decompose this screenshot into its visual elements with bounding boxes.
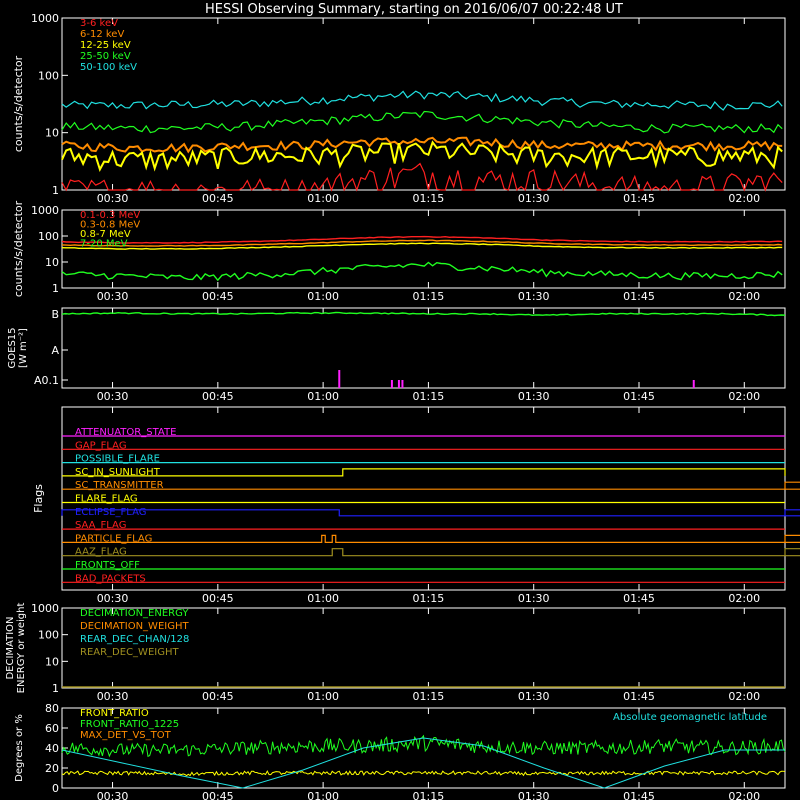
goes-ylabel-units: [W m⁻²] (18, 328, 29, 368)
decim-xtick-label: 01:45 (623, 690, 655, 703)
lowE-xtick-label: 01:00 (307, 192, 339, 205)
decim-legend-entry: DECIMATION_ENERGY (80, 608, 189, 619)
decim-xtick-label: 01:15 (413, 690, 445, 703)
decim-ylabel: DECIMATION (5, 616, 16, 679)
decim-legend-entry: REAR_DEC_CHAN/128 (80, 634, 189, 645)
lowE-xtick-label: 01:15 (413, 192, 445, 205)
goes-ytick-label: A (51, 344, 59, 357)
goes-xtick-label: 01:15 (413, 390, 445, 403)
ratio-legend-entry: FRONT_RATIO_1225 (80, 719, 179, 730)
figure-title: HESSI Observing Summary, starting on 201… (205, 2, 623, 17)
lowE-xtick-label: 00:45 (202, 192, 234, 205)
ratio-xtick-label: 01:15 (413, 790, 445, 800)
highE-ytick-label: 1000 (31, 204, 59, 217)
ratio-ytick-label: 60 (45, 722, 59, 735)
decim-ylabel2: ENERGY or weight (16, 603, 27, 694)
ratio-legend-entry: FRONT_RATIO (80, 708, 149, 719)
highE-xtick-label: 00:45 (202, 290, 234, 303)
decim-xtick-label: 00:30 (97, 690, 129, 703)
lowE-ytick-label: 10 (45, 127, 59, 140)
decim-ytick-label: 100 (38, 629, 59, 642)
lowE-ylabel: counts/s/detector (12, 55, 25, 152)
ratio-ylabel: Degrees or % (14, 714, 25, 782)
decim-xtick-label: 00:45 (202, 690, 234, 703)
goes-xtick-label: 01:30 (518, 390, 550, 403)
ratio-ytick-label: 80 (45, 702, 59, 715)
decim-xtick-label: 02:00 (728, 690, 760, 703)
highE-xtick-label: 02:00 (728, 290, 760, 303)
ratio-ytick-label: 20 (45, 762, 59, 775)
ratio-xtick-label: 02:00 (728, 790, 760, 800)
highE-xtick-label: 01:30 (518, 290, 550, 303)
lowE-legend-entry: 12-25 keV (80, 40, 131, 51)
goes-ylabel: GOES15 (7, 327, 18, 368)
flags-xtick-label: 01:00 (307, 592, 339, 605)
goes-xtick-label: 00:45 (202, 390, 234, 403)
decim-ytick-label: 10 (45, 655, 59, 668)
flags-ylabel: Flags (32, 484, 45, 513)
flags-xtick-label: 00:45 (202, 592, 234, 605)
goes-xtick-label: 01:00 (307, 390, 339, 403)
decim-ytick-label: 1 (52, 682, 59, 695)
lowE-ytick-label: 1000 (31, 12, 59, 25)
highE-xtick-label: 01:15 (413, 290, 445, 303)
goes-xtick-label: 01:45 (623, 390, 655, 403)
lowE-xtick-label: 01:30 (518, 192, 550, 205)
highE-ytick-label: 10 (45, 256, 59, 269)
ratio-xtick-label: 00:45 (202, 790, 234, 800)
goes-xtick-label: 02:00 (728, 390, 760, 403)
ratio-xtick-label: 01:30 (518, 790, 550, 800)
ratio-ytick-label: 40 (45, 742, 59, 755)
ratio-xtick-label: 00:30 (97, 790, 129, 800)
flags-xtick-label: 01:45 (623, 592, 655, 605)
flag-label: ECLIPSE_FLAG (75, 507, 146, 518)
goes-xtick-label: 00:30 (97, 390, 129, 403)
ratio-legend-entry: MAX_DET_VS_TOT (80, 730, 172, 741)
highE-xtick-label: 01:00 (307, 290, 339, 303)
lowE-legend-entry: 6-12 keV (80, 29, 124, 40)
ratio-ytick-label: 0 (52, 782, 59, 795)
lowE-legend-entry: 25-50 keV (80, 51, 131, 62)
flags-xtick-label: 02:00 (728, 592, 760, 605)
highE-ytick-label: 100 (38, 230, 59, 243)
decim-xtick-label: 01:00 (307, 690, 339, 703)
highE-legend-entry: 7-20 MeV (80, 239, 128, 250)
goes-ytick-label: A0.1 (34, 374, 59, 387)
highE-xtick-label: 00:30 (97, 290, 129, 303)
flags-xtick-label: 01:15 (413, 592, 445, 605)
observing-summary-figure: HESSI Observing Summary, starting on 201… (0, 0, 800, 800)
lowE-xtick-label: 00:30 (97, 192, 129, 205)
flags-xtick-label: 00:30 (97, 592, 129, 605)
lowE-xtick-label: 02:00 (728, 192, 760, 205)
goes-ytick-label: B (51, 308, 59, 321)
highE-xtick-label: 01:45 (623, 290, 655, 303)
highE-ytick-label: 1 (52, 282, 59, 295)
ratio-annotation: Absolute geomagnetic latitude (613, 712, 767, 723)
ratio-xtick-label: 01:00 (307, 790, 339, 800)
decim-legend-entry: REAR_DEC_WEIGHT (80, 647, 179, 658)
decim-ytick-label: 1000 (31, 602, 59, 615)
decim-xtick-label: 01:30 (518, 690, 550, 703)
highE-ylabel: counts/s/detector (12, 200, 25, 297)
lowE-ytick-label: 1 (52, 184, 59, 197)
ratio-xtick-label: 01:45 (623, 790, 655, 800)
decim-legend-entry: DECIMATION_WEIGHT (80, 621, 189, 632)
lowE-xtick-label: 01:45 (623, 192, 655, 205)
lowE-ytick-label: 100 (38, 69, 59, 82)
flags-xtick-label: 01:30 (518, 592, 550, 605)
lowE-legend-entry: 50-100 keV (80, 62, 137, 73)
lowE-legend-entry: 3-6 keV (80, 18, 118, 29)
